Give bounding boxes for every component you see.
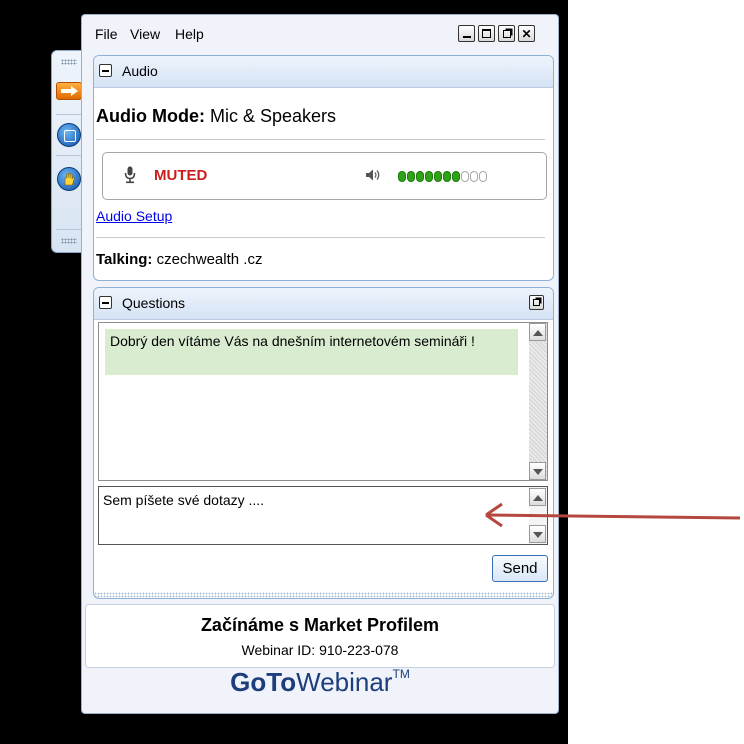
divider xyxy=(96,237,545,238)
logo-bold: GoTo xyxy=(230,667,297,697)
volume-dot xyxy=(470,171,478,182)
show-hide-control-panel-button[interactable] xyxy=(55,79,83,103)
gotowebinar-logo: GoToWebinarTM xyxy=(82,667,558,698)
menu-file[interactable]: File xyxy=(95,26,118,42)
audio-pane-header[interactable]: Audio xyxy=(94,56,553,88)
input-scrollbar[interactable] xyxy=(529,487,547,544)
volume-dot xyxy=(443,171,451,182)
volume-dot xyxy=(434,171,442,182)
side-divider xyxy=(56,114,82,115)
screen-view-button[interactable] xyxy=(55,121,83,149)
talking-indicator: Talking: czechwealth .cz xyxy=(96,251,262,268)
input-scroll-down-icon[interactable] xyxy=(529,525,546,543)
volume-dot xyxy=(452,171,460,182)
control-panel-grab-tab[interactable] xyxy=(51,50,85,253)
speaker-volume-meter xyxy=(398,171,487,182)
talking-label: Talking: xyxy=(96,251,153,268)
maximize-button[interactable] xyxy=(478,25,495,42)
volume-dot xyxy=(461,171,469,182)
message-text: Dobrý den vítáme Vás na dnešním internet… xyxy=(110,333,475,349)
volume-dot xyxy=(398,171,406,182)
restore-icon xyxy=(502,29,511,38)
raise-hand-button[interactable] xyxy=(55,165,83,193)
talking-value: czechwealth .cz xyxy=(156,251,263,268)
minimize-icon xyxy=(462,35,471,38)
questions-pane-header[interactable]: Questions xyxy=(94,288,553,320)
questions-pane-title: Questions xyxy=(122,295,186,311)
maximize-icon xyxy=(482,29,491,38)
audio-pane: Audio Audio Mode: Mic & Speakers MUTED A… xyxy=(93,55,554,281)
mic-muted-status: MUTED xyxy=(154,167,208,184)
questions-pane: Questions Dobrý den vítáme Vás na dnešní… xyxy=(93,287,554,599)
welcome-message: Dobrý den vítáme Vás na dnešním internet… xyxy=(105,329,518,375)
audio-setup-link[interactable]: Audio Setup xyxy=(96,208,172,224)
menu-view[interactable]: View xyxy=(130,26,160,42)
close-button[interactable]: ✕ xyxy=(518,25,535,42)
popout-icon xyxy=(533,299,540,306)
menu-help[interactable]: Help xyxy=(175,26,204,42)
collapse-questions-icon[interactable] xyxy=(99,296,112,309)
volume-dot xyxy=(407,171,415,182)
webinar-id: Webinar ID: 910-223-078 xyxy=(241,642,399,658)
minimize-button[interactable] xyxy=(458,25,475,42)
audio-mode-label: Audio Mode: xyxy=(96,106,205,126)
popout-questions-button[interactable] xyxy=(529,295,544,310)
volume-dot xyxy=(479,171,487,182)
grip-handle-top[interactable] xyxy=(61,59,77,65)
gotowebinar-control-panel: File View Help ✕ Audio Audio Mode: Mic &… xyxy=(81,14,559,714)
volume-dot xyxy=(425,171,433,182)
audio-mode-value: Mic & Speakers xyxy=(210,106,337,126)
webinar-title: Začínáme s Market Profilem xyxy=(200,615,440,635)
side-divider xyxy=(56,229,82,230)
side-divider xyxy=(56,155,82,156)
hand-icon xyxy=(57,167,81,191)
grip-handle-bottom[interactable] xyxy=(61,238,77,244)
orange-arrow-icon xyxy=(56,82,82,100)
resize-grip[interactable] xyxy=(94,592,553,598)
question-input[interactable]: Sem píšete své dotazy .... xyxy=(98,486,548,545)
restore-button[interactable] xyxy=(498,25,515,42)
collapse-audio-icon[interactable] xyxy=(99,64,112,77)
scroll-up-icon[interactable] xyxy=(529,323,546,341)
speaker-icon[interactable] xyxy=(365,168,381,182)
questions-log[interactable]: Dobrý den vítáme Vás na dnešním internet… xyxy=(98,322,548,481)
audio-status-box: MUTED xyxy=(102,152,547,200)
log-scrollbar[interactable] xyxy=(529,323,547,480)
send-button[interactable]: Send xyxy=(492,555,548,582)
microphone-icon[interactable] xyxy=(124,166,136,184)
audio-mode: Audio Mode: Mic & Speakers xyxy=(96,106,336,127)
screen-icon xyxy=(57,123,81,147)
close-icon: ✕ xyxy=(521,26,532,41)
divider xyxy=(96,139,545,140)
logo-tm: TM xyxy=(392,667,410,681)
logo-rest: Webinar xyxy=(296,667,393,697)
audio-pane-title: Audio xyxy=(122,63,158,79)
question-input-text: Sem píšete své dotazy .... xyxy=(103,492,265,508)
webinar-info: Začínáme s Market Profilem Webinar ID: 9… xyxy=(85,604,555,668)
menu-bar: File View Help ✕ xyxy=(82,15,558,51)
input-scroll-up-icon[interactable] xyxy=(529,488,546,506)
scroll-down-icon[interactable] xyxy=(529,462,546,480)
volume-dot xyxy=(416,171,424,182)
